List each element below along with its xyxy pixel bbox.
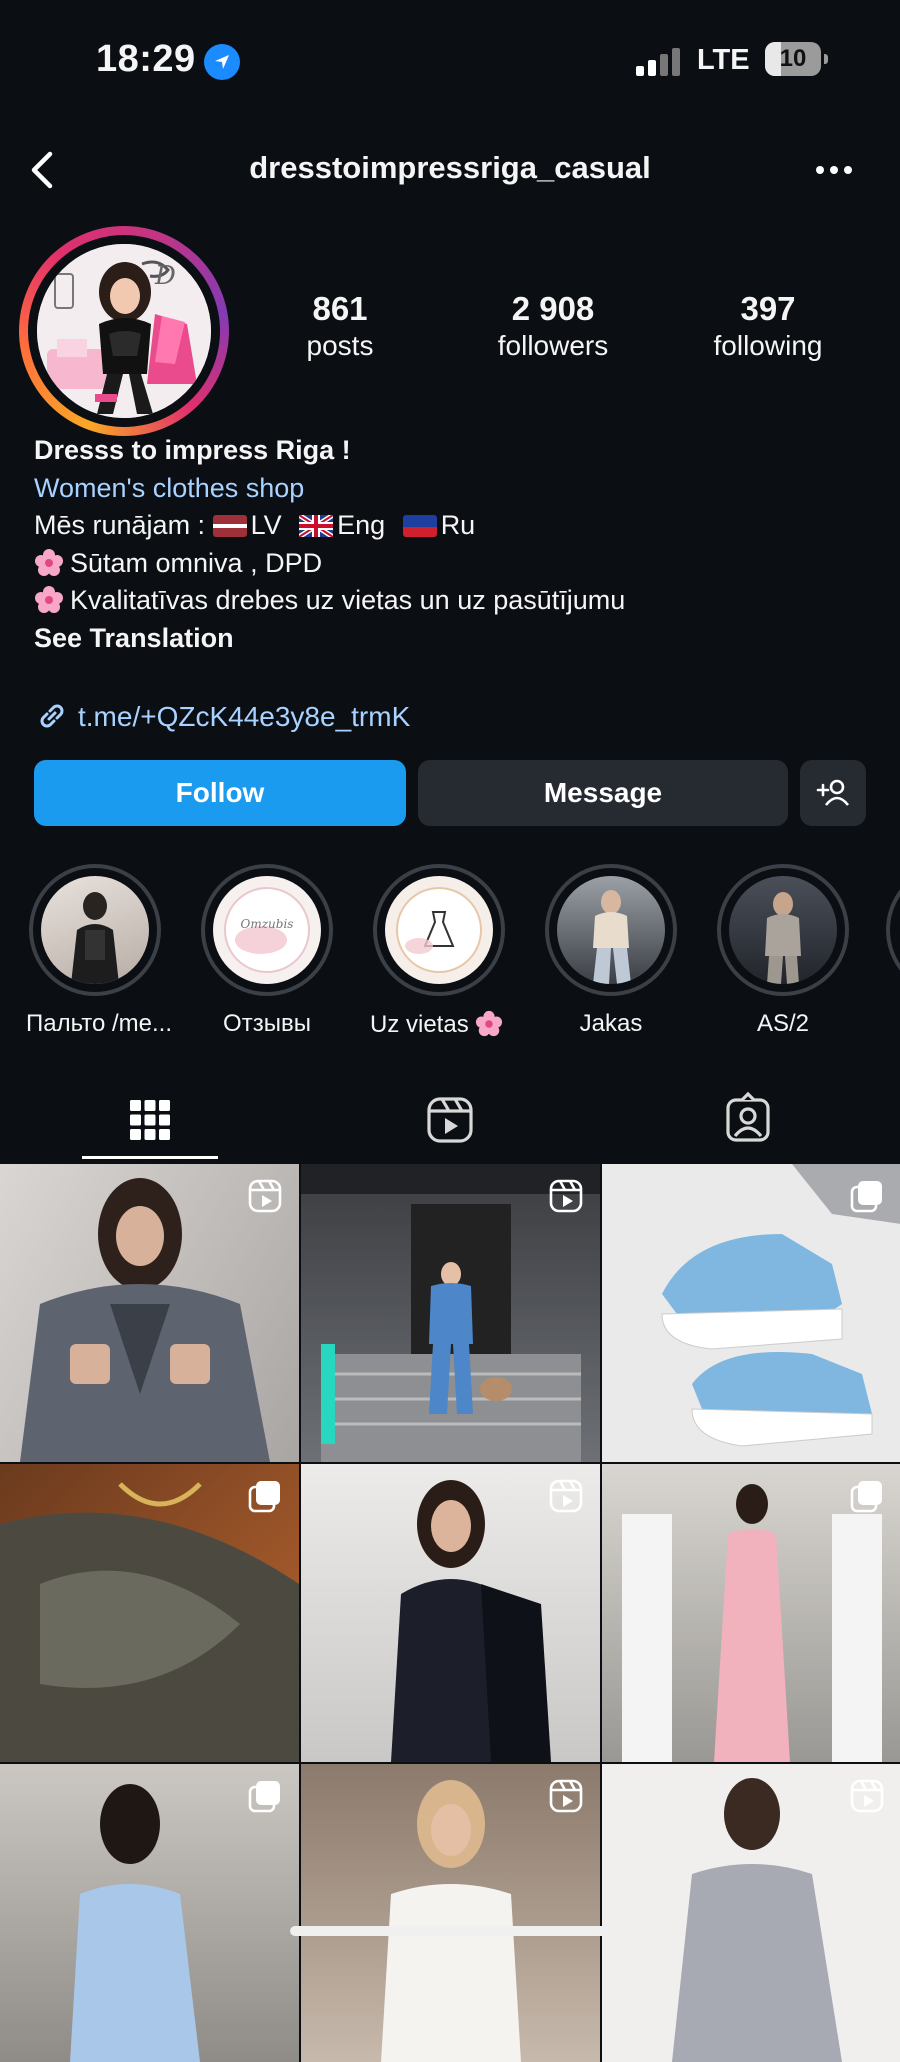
grid-icon (130, 1100, 170, 1140)
highlight-item[interactable]: Jakas (542, 864, 680, 1038)
battery-icon: 10 (765, 42, 828, 76)
reel-badge-icon (549, 1479, 583, 1513)
follow-button[interactable]: Follow (34, 760, 406, 826)
active-tab-indicator (82, 1156, 218, 1159)
post-thumbnail[interactable] (0, 1164, 299, 1462)
stat-posts-count: 861 (312, 290, 368, 327)
bio-lang-lv: LV (250, 510, 282, 540)
highlight-cover (545, 864, 677, 996)
highlight-cover (886, 864, 900, 996)
cherry-blossom-icon (476, 1010, 503, 1037)
tab-tagged[interactable] (718, 1090, 778, 1150)
bio-shipping-line: Sūtam omniva , DPD (34, 545, 874, 583)
post-thumbnail[interactable] (301, 1464, 600, 1762)
highlight-item-partial[interactable] (886, 864, 900, 996)
highlight-item[interactable]: Пальто /me... (26, 864, 172, 1038)
post-thumbnail[interactable] (602, 1164, 900, 1462)
stat-following-count: 397 (740, 290, 796, 327)
cherry-blossom-icon (35, 548, 63, 576)
cherry-blossom-icon (35, 586, 63, 613)
post-thumbnail[interactable] (602, 1464, 900, 1762)
reel-badge-icon (549, 1779, 583, 1813)
latvia-flag-icon (212, 515, 247, 537)
profile-username: dresstoimpressriga_casual (249, 150, 651, 185)
uk-flag-icon (299, 515, 334, 537)
profile-avatar[interactable]: D (19, 226, 229, 436)
ru-flag-icon (402, 515, 437, 537)
profile-display-name: Dresss to impress Riga ! (34, 435, 351, 465)
profile-bio: Dresss to impress Riga ! Women's clothes… (34, 432, 874, 657)
battery-level: 10 (779, 45, 807, 72)
reel-badge-icon (549, 1179, 583, 1213)
post-thumbnail[interactable] (301, 1164, 600, 1462)
status-time: 18:29 (96, 38, 196, 80)
carousel-badge-icon (850, 1481, 882, 1513)
reel-badge-icon (248, 1179, 282, 1213)
stat-posts-label: posts (306, 330, 374, 361)
highlight-label: Пальто /me... (26, 1010, 172, 1037)
highlight-item[interactable]: Uz vietas (370, 864, 508, 1039)
svg-text:D: D (154, 261, 176, 291)
profile-link[interactable]: t.me/+QZcK44e3y8e_trmK (34, 698, 410, 734)
network-label: LTE (697, 44, 750, 76)
bio-languages-line: Mēs runājam : LV Eng Ru (34, 507, 874, 545)
post-thumbnail[interactable] (0, 1764, 299, 2062)
post-thumbnail[interactable] (301, 1764, 600, 2062)
stat-followers[interactable]: 2 908 followers (463, 290, 643, 362)
reels-icon (427, 1097, 473, 1143)
stat-posts[interactable]: 861 posts (250, 290, 430, 362)
status-bar: 18:29 LTE 10 (0, 0, 900, 120)
highlight-label: AS/2 (756, 1010, 810, 1037)
see-translation-link[interactable]: See Translation (34, 620, 874, 658)
profile-category: Women's clothes shop (34, 472, 305, 503)
stat-following-label: following (713, 330, 823, 361)
profile-link-text: t.me/+QZcK44e3y8e_trmK (78, 701, 411, 732)
link-icon (40, 704, 64, 728)
carousel-badge-icon (248, 1481, 280, 1513)
bio-lang-ru: Ru (440, 510, 476, 540)
highlight-label-text: Uz vietas (370, 1011, 469, 1038)
highlight-item[interactable]: AS/2 (714, 864, 852, 1038)
stat-followers-label: followers (497, 330, 609, 361)
highlight-cover (373, 864, 505, 996)
location-arrow-icon (204, 44, 240, 80)
avatar-illustration: D (37, 244, 211, 418)
highlight-cover: Omzubis (201, 864, 333, 996)
tagged-person-icon (726, 1091, 770, 1142)
post-thumbnail[interactable] (602, 1764, 900, 2062)
svg-text:Omzubis: Omzubis (241, 917, 294, 931)
bio-quality-line: Kvalitatīvas drebes uz vietas un uz pasū… (34, 582, 874, 620)
message-button[interactable]: Message (418, 760, 788, 826)
profile-tabs (0, 1078, 900, 1164)
bio-languages-prefix: Mēs runājam : (34, 510, 206, 540)
more-options-icon[interactable] (814, 150, 854, 190)
home-indicator (290, 1926, 610, 1936)
signal-icon (636, 48, 682, 76)
highlight-cover (29, 864, 161, 996)
stat-following[interactable]: 397 following (678, 290, 858, 362)
bio-shipping-text: Sūtam omniva , DPD (70, 547, 323, 578)
highlight-label: Отзывы (223, 1010, 311, 1037)
add-person-icon (816, 779, 850, 806)
highlight-cover (717, 864, 849, 996)
stat-followers-count: 2 908 (511, 290, 595, 327)
reel-badge-icon (850, 1779, 884, 1813)
tab-reels[interactable] (420, 1090, 480, 1150)
bio-quality-text: Kvalitatīvas drebes uz vietas un uz pasū… (70, 585, 626, 615)
highlight-label: Jakas (579, 1010, 643, 1037)
post-thumbnail[interactable] (0, 1464, 299, 1762)
carousel-badge-icon (248, 1781, 280, 1813)
highlight-item[interactable]: Omzubis Отзывы (198, 864, 336, 1038)
highlight-label: Uz vietas (370, 1010, 508, 1039)
suggested-users-button[interactable] (800, 760, 866, 826)
carousel-badge-icon (850, 1181, 882, 1213)
bio-lang-eng: Eng (337, 510, 386, 540)
tab-grid[interactable] (120, 1090, 180, 1150)
